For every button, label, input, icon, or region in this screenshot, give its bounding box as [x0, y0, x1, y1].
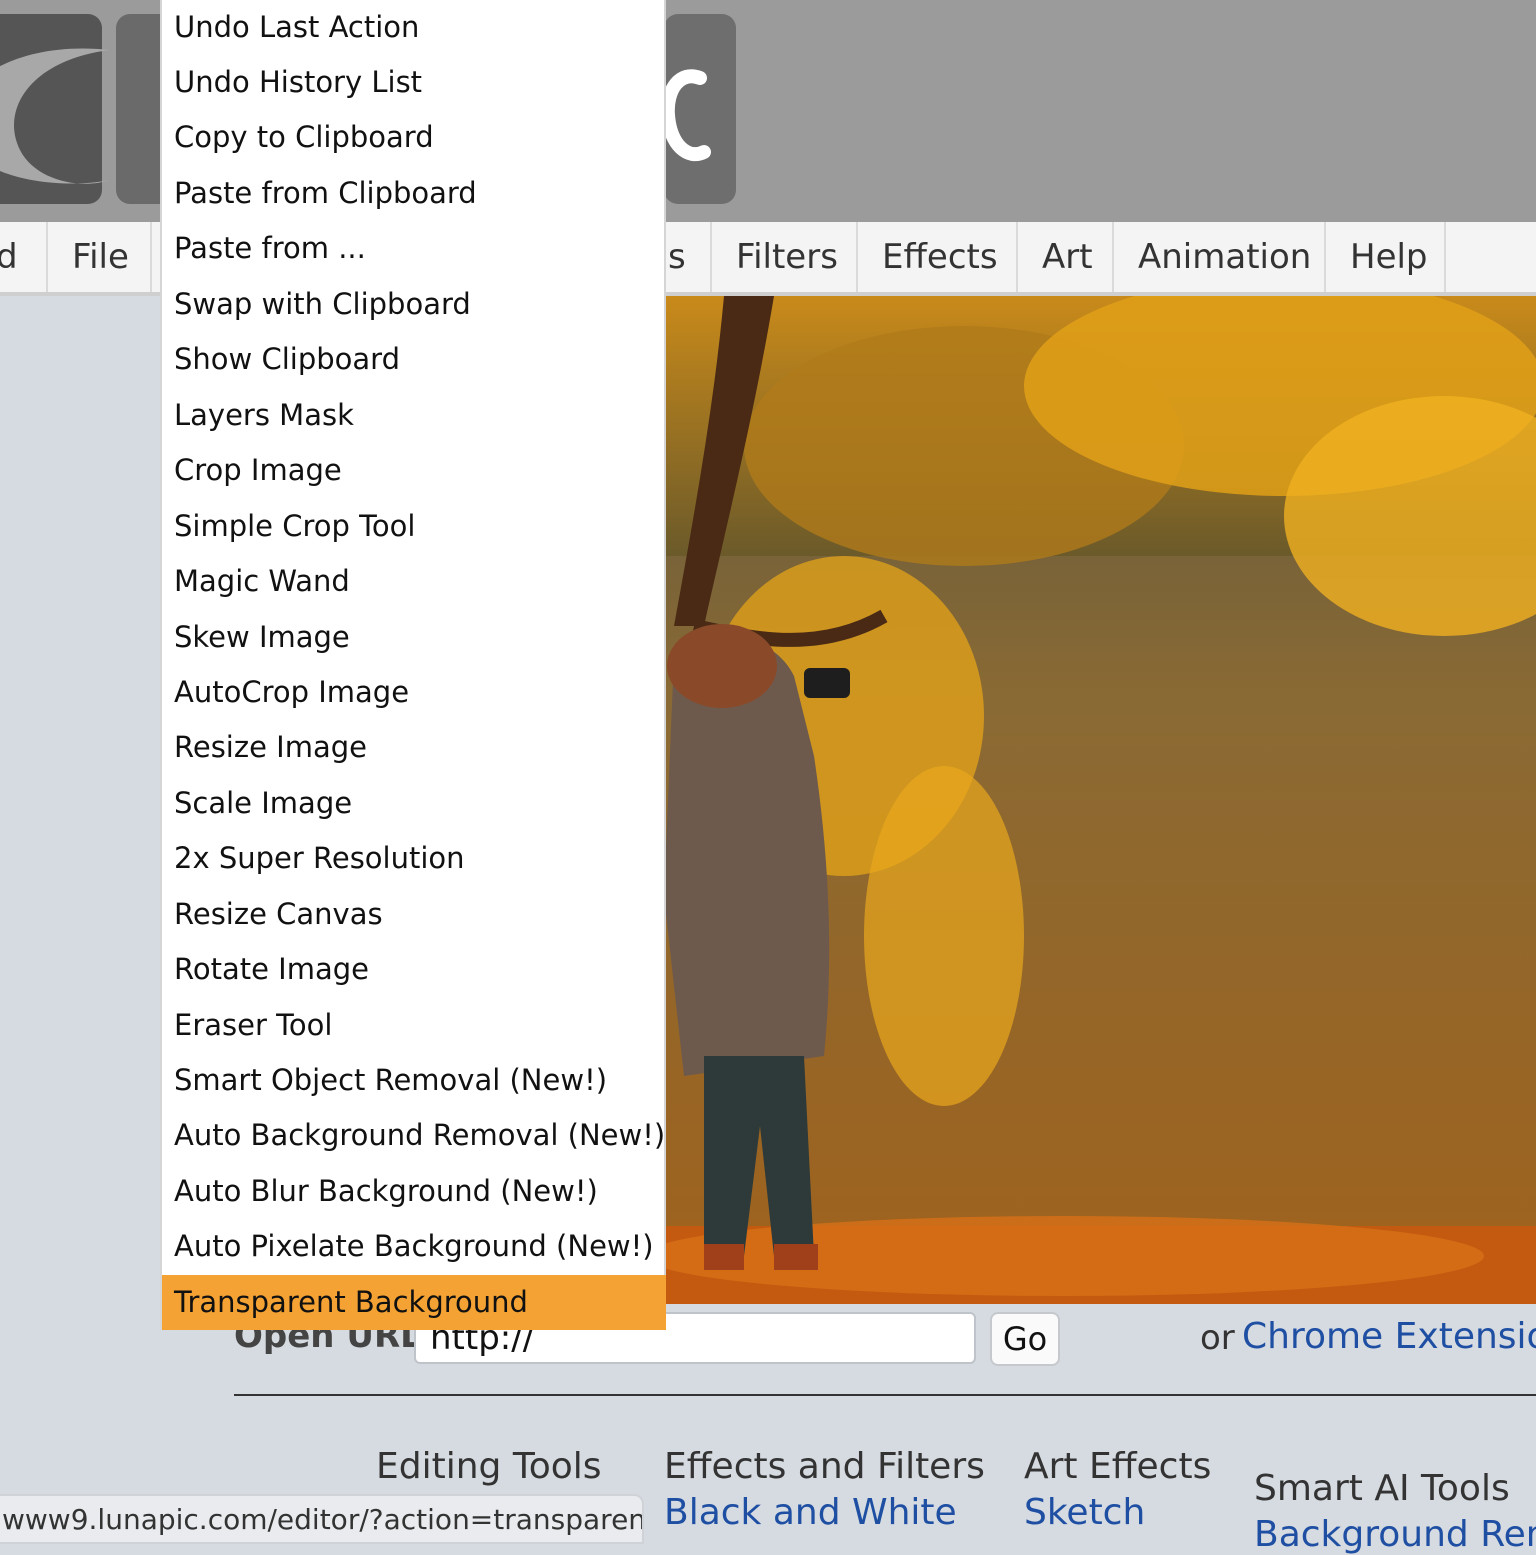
menu-separator: [1016, 222, 1018, 292]
sketch-link[interactable]: Sketch: [1024, 1492, 1145, 1533]
image-canvas[interactable]: [664, 296, 1536, 1304]
menu-transparent-background[interactable]: Transparent Background: [162, 1275, 666, 1330]
black-and-white-link[interactable]: Black and White: [664, 1492, 957, 1533]
menu-paste-from[interactable]: Paste from ...: [162, 221, 666, 276]
menu-magic-wand[interactable]: Magic Wand: [162, 554, 666, 609]
menu-item-help[interactable]: Help: [1350, 222, 1428, 292]
menu-undo-last-action[interactable]: Undo Last Action: [162, 0, 666, 55]
menu-scale-image[interactable]: Scale Image: [162, 776, 666, 831]
menu-autocrop-image[interactable]: AutoCrop Image: [162, 665, 666, 720]
menu-undo-history-list[interactable]: Undo History List: [162, 55, 666, 110]
menu-swap-with-clipboard[interactable]: Swap with Clipboard: [162, 277, 666, 332]
editing-tools-heading: Editing Tools: [376, 1446, 602, 1487]
section-divider: [234, 1394, 1536, 1396]
menu-super-resolution[interactable]: 2x Super Resolution: [162, 831, 666, 886]
logo-crescent-icon: [0, 48, 110, 184]
menu-show-clipboard[interactable]: Show Clipboard: [162, 332, 666, 387]
menu-item-animation[interactable]: Animation: [1138, 222, 1311, 292]
chrome-prefix-text: or: [1200, 1318, 1235, 1358]
menu-layers-mask[interactable]: Layers Mask: [162, 388, 666, 443]
menu-auto-pixelate-background[interactable]: Auto Pixelate Background (New!): [162, 1219, 666, 1274]
art-effects-heading: Art Effects: [1024, 1446, 1212, 1487]
menu-item-layers[interactable]: s: [668, 222, 686, 292]
menu-separator: [710, 222, 712, 292]
menu-item-art[interactable]: Art: [1042, 222, 1093, 292]
menu-auto-blur-background[interactable]: Auto Blur Background (New!): [162, 1164, 666, 1219]
go-button[interactable]: Go: [990, 1312, 1060, 1366]
menu-eraser-tool[interactable]: Eraser Tool: [162, 998, 666, 1053]
menu-item-filters[interactable]: Filters: [736, 222, 838, 292]
menu-simple-crop-tool[interactable]: Simple Crop Tool: [162, 499, 666, 554]
effects-filters-heading: Effects and Filters: [664, 1446, 985, 1487]
background-removal-link[interactable]: Background Rem: [1254, 1514, 1536, 1555]
menu-item-file[interactable]: File: [72, 222, 129, 292]
menu-separator: [856, 222, 858, 292]
menu-item-upload[interactable]: d: [0, 222, 18, 292]
smart-ai-tools-heading: Smart AI Tools: [1254, 1468, 1510, 1509]
menu-separator: [46, 222, 48, 292]
status-bar-url: www9.lunapic.com/editor/?action=transpar…: [0, 1494, 644, 1544]
menu-auto-background-removal[interactable]: Auto Background Removal (New!): [162, 1108, 666, 1163]
menu-separator: [1112, 222, 1114, 292]
menu-resize-canvas[interactable]: Resize Canvas: [162, 887, 666, 942]
menu-crop-image[interactable]: Crop Image: [162, 443, 666, 498]
logo-letter-c-icon: [660, 69, 711, 162]
menu-separator: [1324, 222, 1326, 292]
menu-smart-object-removal[interactable]: Smart Object Removal (New!): [162, 1053, 666, 1108]
chrome-extension-link[interactable]: Chrome Extension: [1242, 1316, 1536, 1357]
menu-rotate-image[interactable]: Rotate Image: [162, 942, 666, 997]
autumn-photo: [664, 296, 1536, 1304]
edit-dropdown-menu: Undo Last Action Undo History List Copy …: [160, 0, 666, 1330]
menu-resize-image[interactable]: Resize Image: [162, 720, 666, 775]
menu-separator: [150, 222, 152, 292]
menu-copy-to-clipboard[interactable]: Copy to Clipboard: [162, 110, 666, 165]
menu-skew-image[interactable]: Skew Image: [162, 610, 666, 665]
menu-separator: [1444, 222, 1446, 292]
menu-paste-from-clipboard[interactable]: Paste from Clipboard: [162, 166, 666, 221]
menu-item-effects[interactable]: Effects: [882, 222, 998, 292]
